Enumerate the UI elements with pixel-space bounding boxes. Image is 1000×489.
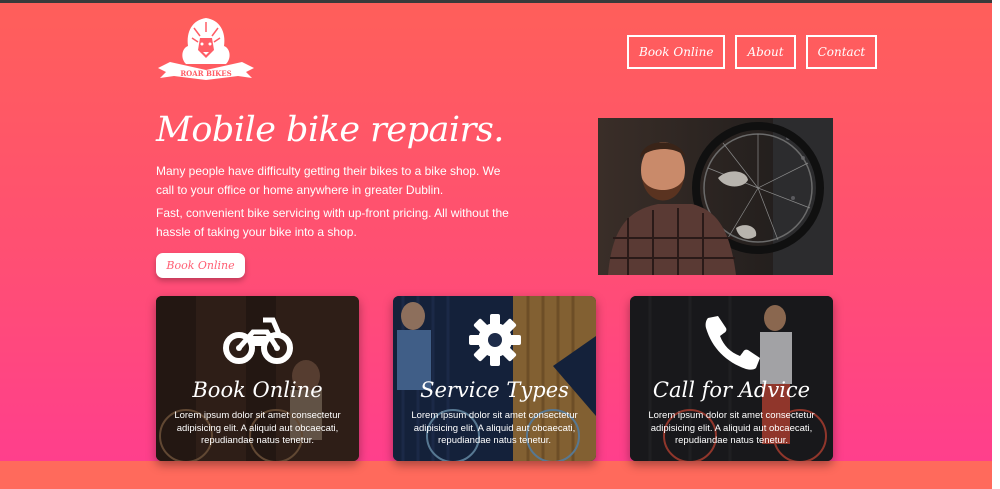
book-online-button[interactable]: Book Online — [156, 253, 245, 278]
pricing-paragraph: Fast, convenient bike servicing with up-… — [156, 206, 509, 239]
intro-paragraph: Many people have difficulty getting thei… — [156, 164, 501, 197]
card-text: Lorem ipsum dolor sit amet consectetur a… — [411, 410, 578, 446]
card-title: Book Online — [192, 378, 323, 402]
card-title: Call for Advice — [652, 378, 811, 402]
book-online-card[interactable]: Book Online Lorem ipsum dolor sit amet c… — [156, 296, 359, 461]
nav-book-online[interactable]: Book Online — [627, 35, 726, 69]
roar-bikes-logo[interactable]: ROAR BIKES — [156, 16, 256, 84]
footer-band — [0, 461, 992, 489]
main-nav: Book Online About Contact — [627, 35, 878, 69]
card-title: Service Types — [420, 378, 569, 402]
card-text: Lorem ipsum dolor sit amet consectetur a… — [174, 410, 341, 446]
mechanic-photo — [598, 118, 833, 275]
phone-icon — [630, 314, 833, 370]
scrollbar-track[interactable] — [992, 0, 1000, 489]
nav-about[interactable]: About — [735, 35, 796, 69]
page-headline: Mobile bike repairs. — [156, 110, 504, 150]
gear-icon — [393, 314, 596, 366]
call-for-advice-card[interactable]: Call for Advice Lorem ipsum dolor sit am… — [630, 296, 833, 461]
motorcycle-icon — [156, 314, 359, 366]
card-text: Lorem ipsum dolor sit amet consectetur a… — [648, 410, 815, 446]
service-types-card[interactable]: Service Types Lorem ipsum dolor sit amet… — [393, 296, 596, 461]
logo-text: ROAR BIKES — [180, 69, 231, 78]
nav-contact[interactable]: Contact — [805, 35, 878, 69]
